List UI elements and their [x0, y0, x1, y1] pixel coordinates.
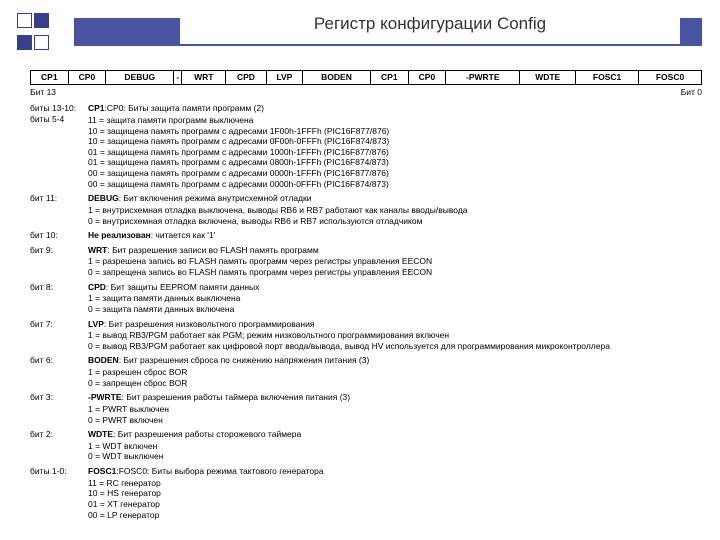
bit-index-labels: Бит 13 Бит 0 — [30, 87, 702, 98]
bit-description-entry: бит 11:DEBUG: Бит включения режима внутр… — [30, 193, 702, 226]
page-title: Регистр конфигурации Config — [180, 12, 680, 44]
bit-description-entry: бит 9:WRT: Бит разрешения записи во FLAS… — [30, 245, 702, 278]
bit-text: DEBUG: Бит включения режима внутрисхемно… — [88, 193, 702, 226]
bit-label: бит 2: — [30, 429, 88, 462]
bit-description-entry: бит 3:-PWRTE: Бит разрешения работы тайм… — [30, 392, 702, 425]
reg-bit-cell: - — [174, 71, 182, 85]
bit-heading: -PWRTE: Бит разрешения работы таймера вк… — [88, 392, 702, 403]
reg-bit-cell: CPD — [226, 71, 267, 85]
bit-description-entry: биты 1-0:FOSC1:FOSC0: Биты выбора режима… — [30, 466, 702, 520]
bit-description-entry: бит 7:LVP: Бит разрешения низковольтного… — [30, 319, 702, 352]
bit-label: бит 11: — [30, 193, 88, 226]
corner-decoration — [16, 12, 50, 56]
reg-bit-cell: FOSC1 — [576, 71, 639, 85]
bit-label: бит 6: — [30, 355, 88, 388]
bit-values: 11 = RC генератор10 = HS генератор01 = X… — [88, 478, 702, 521]
bit-description-entry: бит 6:BODEN: Бит разрешения сброса по сн… — [30, 355, 702, 388]
reg-bit-cell: WDTE — [520, 71, 576, 85]
bit-right-label: Бит 0 — [681, 87, 702, 98]
bit-label: биты 13-10: биты 5-4 — [30, 103, 88, 189]
bit-heading: FOSC1:FOSC0: Биты выбора режима тактовог… — [88, 466, 702, 477]
register-bits-table: CP1CP0DEBUG-WRTCPDLVPBODENCP1CP0-PWRTEWD… — [30, 70, 702, 85]
bit-description-entry: бит 2:WDTE: Бит разрешения работы сторож… — [30, 429, 702, 462]
bit-values: 1 = разрешен сброс BOR0 = запрещен сброс… — [88, 367, 702, 388]
reg-bit-cell: CP1 — [31, 71, 69, 85]
reg-bit-cell: DEBUG — [106, 71, 174, 85]
reg-bit-cell: CP0 — [408, 71, 446, 85]
bit-heading: WDTE: Бит разрешения работы сторожевого … — [88, 429, 702, 440]
bit-label: бит 7: — [30, 319, 88, 352]
bit-label: бит 10: — [30, 230, 88, 241]
bit-text: BODEN: Бит разрешения сброса по снижению… — [88, 355, 702, 388]
bit-text: CPD: Бит защиты EEPROM памяти данных1 = … — [88, 282, 702, 315]
bit-text: CP1:CP0: Биты защита памяти программ (2)… — [88, 103, 702, 189]
bit-label: бит 8: — [30, 282, 88, 315]
bit-values: 11 = защита памяти программ выключена10 … — [88, 115, 702, 189]
bit-label: бит 3: — [30, 392, 88, 425]
reg-bit-cell: BODEN — [303, 71, 371, 85]
bit-left-label: Бит 13 — [30, 87, 56, 98]
bit-heading: CP1:CP0: Биты защита памяти программ (2) — [88, 103, 702, 114]
bit-heading: WRT: Бит разрешения записи во FLASH памя… — [88, 245, 702, 256]
reg-bit-cell: FOSC0 — [639, 71, 702, 85]
reg-bit-cell: LVP — [266, 71, 302, 85]
bit-text: WRT: Бит разрешения записи во FLASH памя… — [88, 245, 702, 278]
reg-bit-cell: CP1 — [371, 71, 409, 85]
bit-heading: DEBUG: Бит включения режима внутрисхемно… — [88, 193, 702, 204]
bit-text: Не реализован: читается как '1' — [88, 230, 702, 241]
bit-text: -PWRTE: Бит разрешения работы таймера вк… — [88, 392, 702, 425]
bit-values: 1 = защита памяти данных выключена0 = за… — [88, 293, 702, 314]
bit-text: WDTE: Бит разрешения работы сторожевого … — [88, 429, 702, 462]
bit-heading: BODEN: Бит разрешения сброса по снижению… — [88, 355, 702, 366]
bit-label: биты 1-0: — [30, 466, 88, 520]
bit-description-entry: бит 10:Не реализован: читается как '1' — [30, 230, 702, 241]
reg-bit-cell: WRT — [182, 71, 226, 85]
bit-description-entry: биты 13-10: биты 5-4CP1:CP0: Биты защита… — [30, 103, 702, 189]
reg-bit-cell: CP0 — [68, 71, 106, 85]
bit-text: FOSC1:FOSC0: Биты выбора режима тактовог… — [88, 466, 702, 520]
bit-values: 1 = внутрисхемная отладка выключена, выв… — [88, 205, 702, 226]
bit-heading: LVP: Бит разрешения низковольтного прогр… — [88, 319, 702, 330]
bit-heading: CPD: Бит защиты EEPROM памяти данных — [88, 282, 702, 293]
bit-description-entry: бит 8:CPD: Бит защиты EEPROM памяти данн… — [30, 282, 702, 315]
bit-label: бит 9: — [30, 245, 88, 278]
content-body: CP1CP0DEBUG-WRTCPDLVPBODENCP1CP0-PWRTEWD… — [30, 70, 702, 524]
bit-heading: Не реализован: читается как '1' — [88, 230, 702, 241]
reg-bit-cell: -PWRTE — [446, 71, 520, 85]
bit-values: 1 = WDT включен0 = WDT выключен — [88, 441, 702, 462]
bit-values: 1 = вывод RB3/PGM работает как PGM; режи… — [88, 330, 702, 351]
bit-text: LVP: Бит разрешения низковольтного прогр… — [88, 319, 702, 352]
bit-values: 1 = разрешена запись во FLASH память про… — [88, 256, 702, 277]
bit-values: 1 = PWRT выключен0 = PWRT включен — [88, 404, 702, 425]
